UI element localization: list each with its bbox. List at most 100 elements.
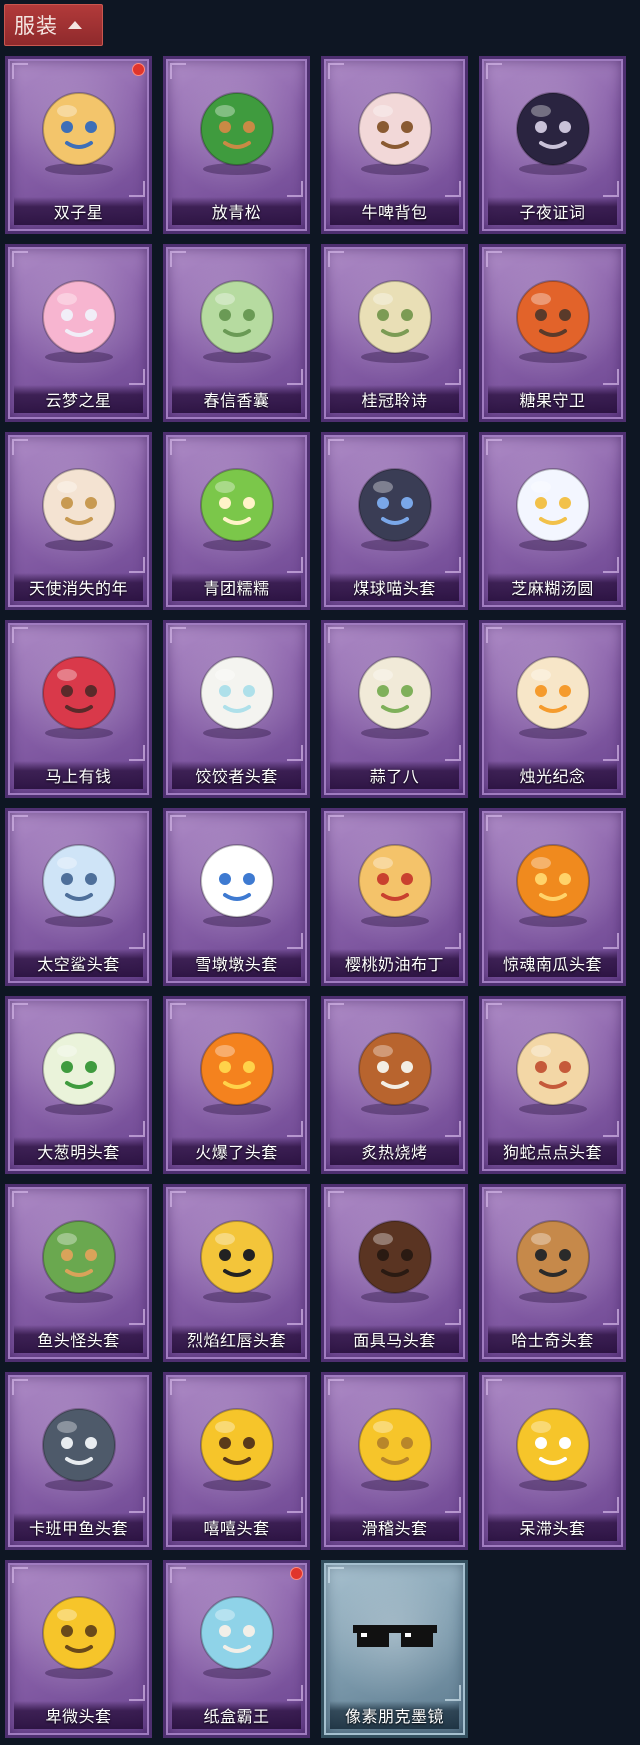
outfit-card[interactable]: 春信香囊 bbox=[163, 244, 310, 422]
card-corner-ornament bbox=[445, 369, 461, 385]
chevron-up-icon bbox=[68, 21, 82, 29]
outfit-card[interactable]: 饺饺者头套 bbox=[163, 620, 310, 798]
outfit-card[interactable]: 马上有钱 bbox=[5, 620, 152, 798]
outfit-card[interactable]: 狗蛇点点头套 bbox=[479, 996, 626, 1174]
outfit-card[interactable]: 煤球喵头套 bbox=[321, 432, 468, 610]
outfit-card[interactable]: 云梦之星 bbox=[5, 244, 152, 422]
card-corner-ornament bbox=[445, 1309, 461, 1325]
card-corner-ornament bbox=[603, 557, 619, 573]
card-corner-ornament bbox=[129, 1497, 145, 1513]
dumpling-head-icon bbox=[185, 639, 289, 743]
card-corner-ornament bbox=[445, 1497, 461, 1513]
red-horse-head-icon bbox=[27, 639, 131, 743]
outfit-card[interactable]: 双子星 bbox=[5, 56, 152, 234]
outfit-card[interactable]: 纸盒霸王 bbox=[163, 1560, 310, 1738]
card-corner-ornament bbox=[603, 181, 619, 197]
outfit-card[interactable]: 嘻嘻头套 bbox=[163, 1372, 310, 1550]
outfit-card[interactable]: 烈焰红唇头套 bbox=[163, 1184, 310, 1362]
fish-monster-head-icon bbox=[27, 1203, 131, 1307]
outfit-name: 卡班甲鱼头套 bbox=[14, 1513, 143, 1541]
card-corner-ornament bbox=[129, 369, 145, 385]
outfit-card[interactable]: 雪墩墩头套 bbox=[163, 808, 310, 986]
outfit-card[interactable]: 芝麻糊汤圆 bbox=[479, 432, 626, 610]
outfit-name: 呆滞头套 bbox=[488, 1513, 617, 1541]
outfit-card[interactable]: 面具马头套 bbox=[321, 1184, 468, 1362]
snake-head-icon bbox=[501, 1015, 605, 1119]
outfit-card[interactable]: 糖果守卫 bbox=[479, 244, 626, 422]
bbq-meat-head-icon bbox=[343, 1015, 447, 1119]
card-corner-ornament bbox=[445, 1121, 461, 1137]
outfit-card[interactable]: 樱桃奶油布丁 bbox=[321, 808, 468, 986]
cherry-pudding-head-icon bbox=[343, 827, 447, 931]
card-corner-ornament bbox=[445, 933, 461, 949]
snowman-head-icon bbox=[185, 827, 289, 931]
turtle-head-icon bbox=[27, 1391, 131, 1495]
outfit-card[interactable]: 牛啤背包 bbox=[321, 56, 468, 234]
card-corner-ornament bbox=[445, 1685, 461, 1701]
outfit-name: 桂冠聆诗 bbox=[330, 385, 459, 413]
card-corner-ornament bbox=[287, 1309, 303, 1325]
outfit-name: 糖果守卫 bbox=[488, 385, 617, 413]
outfit-card[interactable]: 呆滞头套 bbox=[479, 1372, 626, 1550]
card-corner-ornament bbox=[287, 933, 303, 949]
outfit-name: 哈士奇头套 bbox=[488, 1325, 617, 1353]
outfit-card[interactable]: 天使消失的年 bbox=[5, 432, 152, 610]
outfit-card[interactable]: 太空鲨头套 bbox=[5, 808, 152, 986]
outfit-card[interactable]: 炙热烧烤 bbox=[321, 996, 468, 1174]
dazed-emoji-head-icon bbox=[501, 1391, 605, 1495]
outfit-name: 像素朋克墨镜 bbox=[330, 1701, 459, 1729]
card-corner-ornament bbox=[129, 181, 145, 197]
outfit-name: 樱桃奶油布丁 bbox=[330, 949, 459, 977]
candle-head-icon bbox=[501, 639, 605, 743]
card-corner-ornament bbox=[603, 933, 619, 949]
outfit-name: 芝麻糊汤圆 bbox=[488, 573, 617, 601]
outfit-card[interactable]: 哈士奇头套 bbox=[479, 1184, 626, 1362]
outfit-card[interactable]: 鱼头怪头套 bbox=[5, 1184, 152, 1362]
outfit-card[interactable]: 烛光纪念 bbox=[479, 620, 626, 798]
outfit-card[interactable]: 滑稽头套 bbox=[321, 1372, 468, 1550]
card-corner-ornament bbox=[129, 1309, 145, 1325]
green-onion-head-icon bbox=[27, 1015, 131, 1119]
outfit-name: 天使消失的年 bbox=[14, 573, 143, 601]
card-corner-ornament bbox=[445, 181, 461, 197]
twin-star-doll-icon bbox=[27, 75, 131, 179]
black-cat-head-icon bbox=[343, 451, 447, 555]
green-dumpling-head-icon bbox=[185, 451, 289, 555]
outfit-name: 子夜证词 bbox=[488, 197, 617, 225]
rice-ball-head-icon bbox=[501, 451, 605, 555]
outfit-name: 放青松 bbox=[172, 197, 301, 225]
outfit-card[interactable]: 桂冠聆诗 bbox=[321, 244, 468, 422]
jack-o-lantern-head-icon bbox=[501, 827, 605, 931]
outfit-card[interactable]: 卑微头套 bbox=[5, 1560, 152, 1738]
card-corner-ornament bbox=[287, 557, 303, 573]
outfit-name: 春信香囊 bbox=[172, 385, 301, 413]
outfit-name: 面具马头套 bbox=[330, 1325, 459, 1353]
outfit-card[interactable]: 像素朋克墨镜 bbox=[321, 1560, 468, 1738]
angel-girl-icon bbox=[27, 451, 131, 555]
outfit-card[interactable]: 惊魂南瓜头套 bbox=[479, 808, 626, 986]
card-corner-ornament bbox=[603, 745, 619, 761]
outfit-grid: 双子星 放青松 牛啤背包 子夜证词 云梦之星 春信香囊 桂冠聆诗 糖果守卫 天使… bbox=[5, 56, 637, 1738]
outfit-card[interactable]: 卡班甲鱼头套 bbox=[5, 1372, 152, 1550]
category-tab-outfit[interactable]: 服装 bbox=[4, 4, 103, 46]
outfit-card[interactable]: 大葱明头套 bbox=[5, 996, 152, 1174]
husky-head-icon bbox=[501, 1203, 605, 1307]
card-corner-ornament bbox=[287, 1497, 303, 1513]
card-corner-ornament bbox=[287, 745, 303, 761]
cardboard-dino-head-icon bbox=[185, 1579, 289, 1683]
new-badge-dot bbox=[132, 63, 145, 76]
outfit-card[interactable]: 青团糯糯 bbox=[163, 432, 310, 610]
outfit-name: 大葱明头套 bbox=[14, 1137, 143, 1165]
card-corner-ornament bbox=[129, 1685, 145, 1701]
outfit-name: 烈焰红唇头套 bbox=[172, 1325, 301, 1353]
outfit-card[interactable]: 放青松 bbox=[163, 56, 310, 234]
card-corner-ornament bbox=[129, 933, 145, 949]
outfit-card[interactable]: 火爆了头套 bbox=[163, 996, 310, 1174]
outfit-name: 青团糯糯 bbox=[172, 573, 301, 601]
outfit-card[interactable]: 子夜证词 bbox=[479, 56, 626, 234]
green-sachet-icon bbox=[185, 263, 289, 367]
laurel-fairy-charm-icon bbox=[343, 263, 447, 367]
pumpkin-scarecrow-charm-icon bbox=[501, 263, 605, 367]
outfit-name: 炙热烧烤 bbox=[330, 1137, 459, 1165]
outfit-card[interactable]: 蒜了八 bbox=[321, 620, 468, 798]
